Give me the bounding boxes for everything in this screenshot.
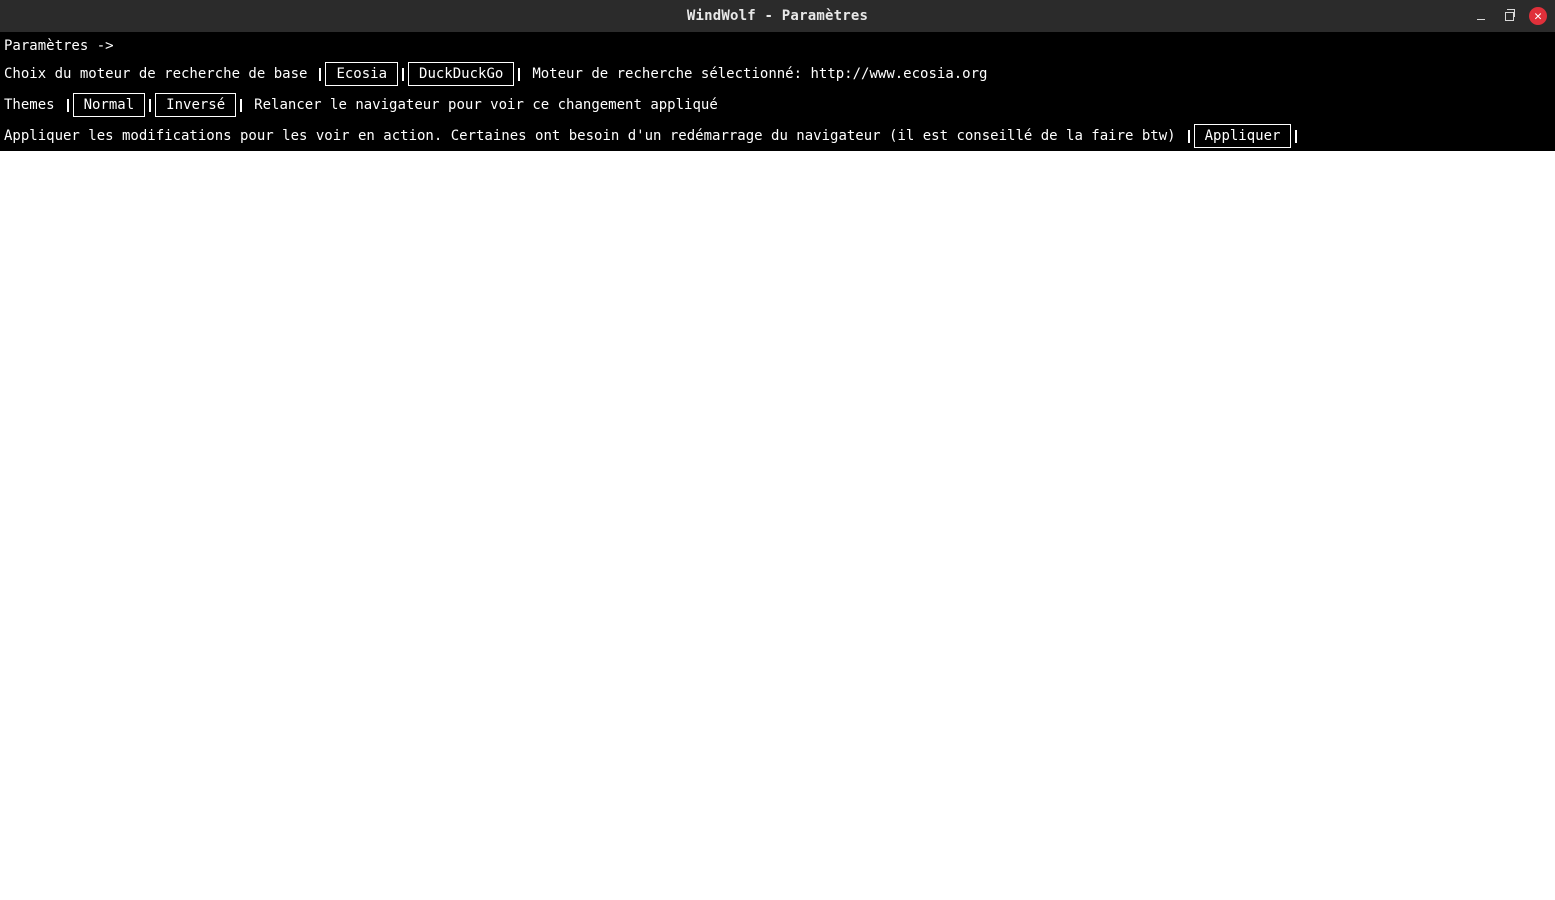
settings-header: Paramètres -> [4, 38, 114, 54]
search-engine-label: Choix du moteur de recherche de base [4, 66, 308, 82]
separator [518, 67, 521, 81]
separator [1187, 129, 1190, 143]
separator [240, 98, 243, 112]
separator [319, 67, 322, 81]
apply-button[interactable]: Appliquer [1193, 124, 1292, 148]
separator [402, 67, 405, 81]
themes-row: Themes Normal Inversé Relancer le naviga… [4, 93, 718, 117]
settings-header-row: Paramètres -> [4, 34, 114, 58]
apply-row: Appliquer les modifications pour les voi… [4, 124, 1301, 148]
close-icon: ✕ [1534, 8, 1542, 24]
selected-search-engine-text: Moteur de recherche sélectionné: http://… [532, 66, 988, 82]
duckduckgo-button[interactable]: DuckDuckGo [408, 62, 515, 86]
title-bar: WindWolf - Paramètres ✕ [0, 0, 1555, 32]
maximize-button[interactable] [1501, 8, 1517, 24]
window-title: WindWolf - Paramètres [686, 8, 869, 24]
search-engine-row: Choix du moteur de recherche de base Eco… [4, 62, 987, 86]
separator [1295, 129, 1298, 143]
themes-label: Themes [4, 97, 55, 113]
close-button[interactable]: ✕ [1529, 7, 1547, 25]
minimize-icon [1477, 18, 1485, 20]
minimize-button[interactable] [1473, 8, 1489, 24]
themes-note: Relancer le navigateur pour voir ce chan… [254, 97, 718, 113]
theme-inverse-button[interactable]: Inversé [155, 93, 237, 117]
separator [149, 98, 152, 112]
maximize-icon [1504, 8, 1515, 21]
theme-normal-button[interactable]: Normal [72, 93, 146, 117]
separator [66, 98, 69, 112]
window-controls: ✕ [1473, 0, 1547, 32]
ecosia-button[interactable]: Ecosia [325, 62, 399, 86]
apply-text: Appliquer les modifications pour les voi… [4, 128, 1176, 144]
settings-panel: Paramètres -> Choix du moteur de recherc… [0, 32, 1555, 151]
